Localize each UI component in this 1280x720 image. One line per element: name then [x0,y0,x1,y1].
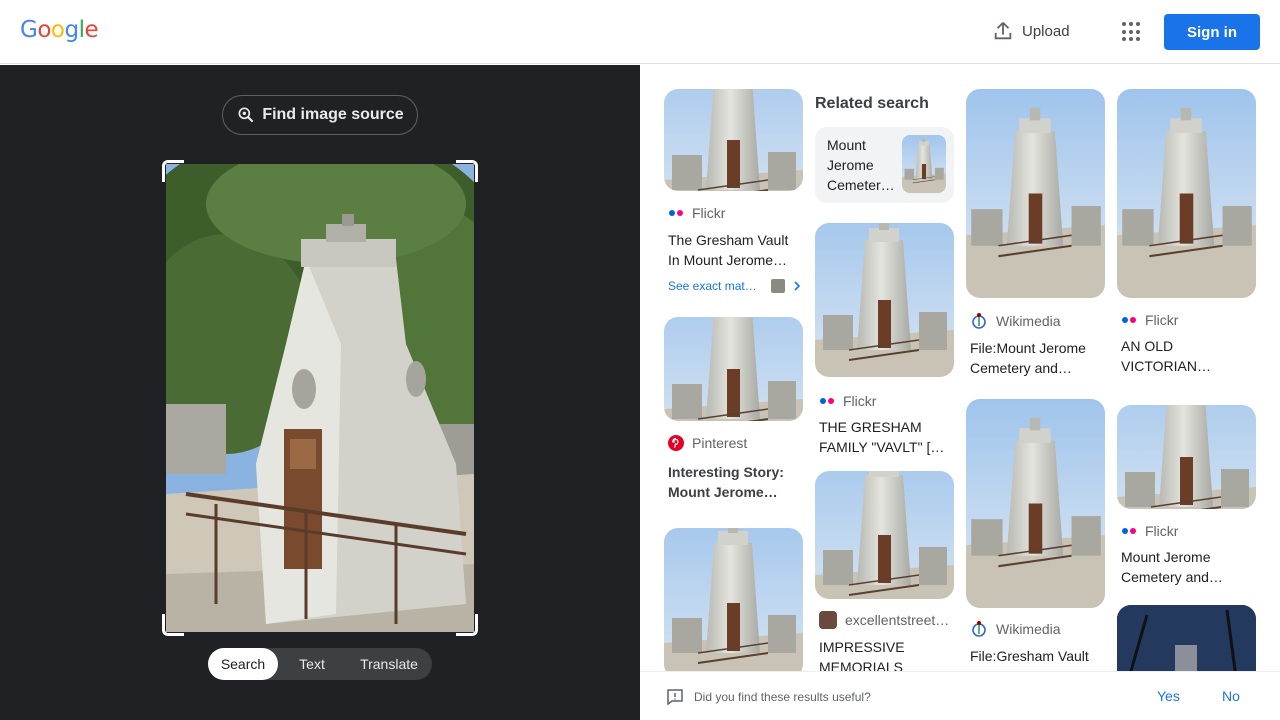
result-source[interactable]: Wikimedia [970,620,1105,638]
result-source[interactable]: Flickr [668,205,803,221]
result-source[interactable]: Flickr [819,393,954,409]
upload-label: Upload [1022,22,1070,40]
lens-search-icon [238,107,254,123]
source-name: Flickr [843,393,877,409]
result-title[interactable]: IMPRESSIVE MEMORIALS AND… [819,637,949,671]
source-name: excellentstreet… [845,612,950,628]
result-source[interactable]: Flickr [1121,312,1256,328]
wikimedia-icon [972,621,986,637]
exact-match-label: See exact mat… [668,279,757,293]
feedback-bar: Did you find these results useful? Yes N… [640,671,1280,720]
exact-match-thumbnail [770,279,785,293]
result-thumbnail[interactable] [815,223,954,377]
feedback-yes-button[interactable]: Yes [1157,688,1180,704]
related-search-label: Mount Jerome Cemeter… [827,137,895,193]
result-title[interactable]: File:Gresham Vault at Mount Jerome… [970,646,1100,671]
result-thumbnail[interactable] [664,528,803,671]
feedback-icon [667,689,683,706]
flickr-icon [1121,317,1137,323]
result-thumbnail[interactable] [1117,605,1256,671]
result-thumbnail[interactable] [664,89,803,191]
results-column-2: Related search Mount Jerome Cemeter… Fli… [815,89,954,671]
results-column-4: Flickr AN OLD VICTORIAN… Flickr Mount Je… [1117,89,1256,671]
result-title[interactable]: Mount Jerome Cemetery and… [1121,547,1251,587]
apps-grid-icon[interactable] [1122,22,1142,42]
result-thumbnail[interactable] [815,471,954,599]
wikimedia-icon [972,313,986,329]
result-source[interactable]: excellentstreet… [819,611,954,629]
sign-in-button[interactable]: Sign in [1164,14,1260,50]
site-icon [819,611,837,629]
result-title[interactable]: AN OLD VICTORIAN… [1121,336,1251,376]
flickr-icon [1121,528,1137,534]
find-image-source-button[interactable]: Find image source [222,95,418,135]
result-source[interactable]: Wikimedia [970,312,1105,330]
result-thumbnail[interactable] [966,89,1105,298]
tab-translate[interactable]: Translate [346,648,432,680]
source-name: Flickr [692,205,726,221]
result-thumbnail[interactable] [966,399,1105,608]
result-thumbnail[interactable] [664,317,803,421]
find-image-source-label: Find image source [262,106,404,123]
visual-matches-panel: Flickr The Gresham Vault In Mount Jerome… [640,65,1280,671]
tab-text[interactable]: Text [278,648,346,680]
flickr-icon [668,210,684,216]
upload-icon [994,22,1012,40]
source-name: Wikimedia [996,621,1061,637]
related-search-heading: Related search [815,95,929,112]
upload-button[interactable]: Upload [992,20,1070,42]
related-search-item[interactable]: Mount Jerome Cemeter… [815,127,954,203]
flickr-icon [819,398,835,404]
lens-mode-tabs: Search Text Translate [208,648,432,680]
result-source[interactable]: Pinterest [668,435,803,451]
result-title[interactable]: The Gresham Vault In Mount Jerome… [668,230,798,270]
related-search-thumbnail [902,135,946,193]
feedback-no-button[interactable]: No [1222,688,1240,704]
uploaded-image[interactable] [166,164,474,632]
feedback-question-text: Did you find these results useful? [694,690,871,704]
source-name: Flickr [1145,312,1179,328]
see-exact-match-link[interactable]: See exact mat… [668,279,803,293]
top-bar: Google Upload Sign in [0,0,1280,64]
result-thumbnail[interactable] [1117,89,1256,298]
source-name: Wikimedia [996,313,1061,329]
google-logo[interactable]: Google [20,17,99,43]
crop-corner-tr[interactable] [456,160,478,182]
chevron-right-icon [794,281,800,291]
result-title[interactable]: File:Mount Jerome Cemetery and… [970,338,1100,378]
source-name: Flickr [1145,523,1179,539]
crop-corner-br[interactable] [456,614,478,636]
image-preview-panel: Find image source Search Text Translate [0,65,640,720]
results-column-1: Flickr The Gresham Vault In Mount Jerome… [664,89,803,671]
pinterest-icon [668,435,684,451]
result-title[interactable]: THE GRESHAM FAMILY "VAVLT" [… [819,417,949,457]
result-source[interactable]: Flickr [1121,523,1256,539]
results-column-3: Wikimedia File:Mount Jerome Cemetery and… [966,89,1105,671]
crop-corner-bl[interactable] [162,614,184,636]
tab-search[interactable]: Search [208,648,278,680]
result-thumbnail[interactable] [1117,405,1256,509]
feedback-question: Did you find these results useful? [666,688,871,706]
result-title[interactable]: Interesting Story: Mount Jerome… [668,462,798,502]
source-name: Pinterest [692,435,748,451]
crop-corner-tl[interactable] [162,160,184,182]
